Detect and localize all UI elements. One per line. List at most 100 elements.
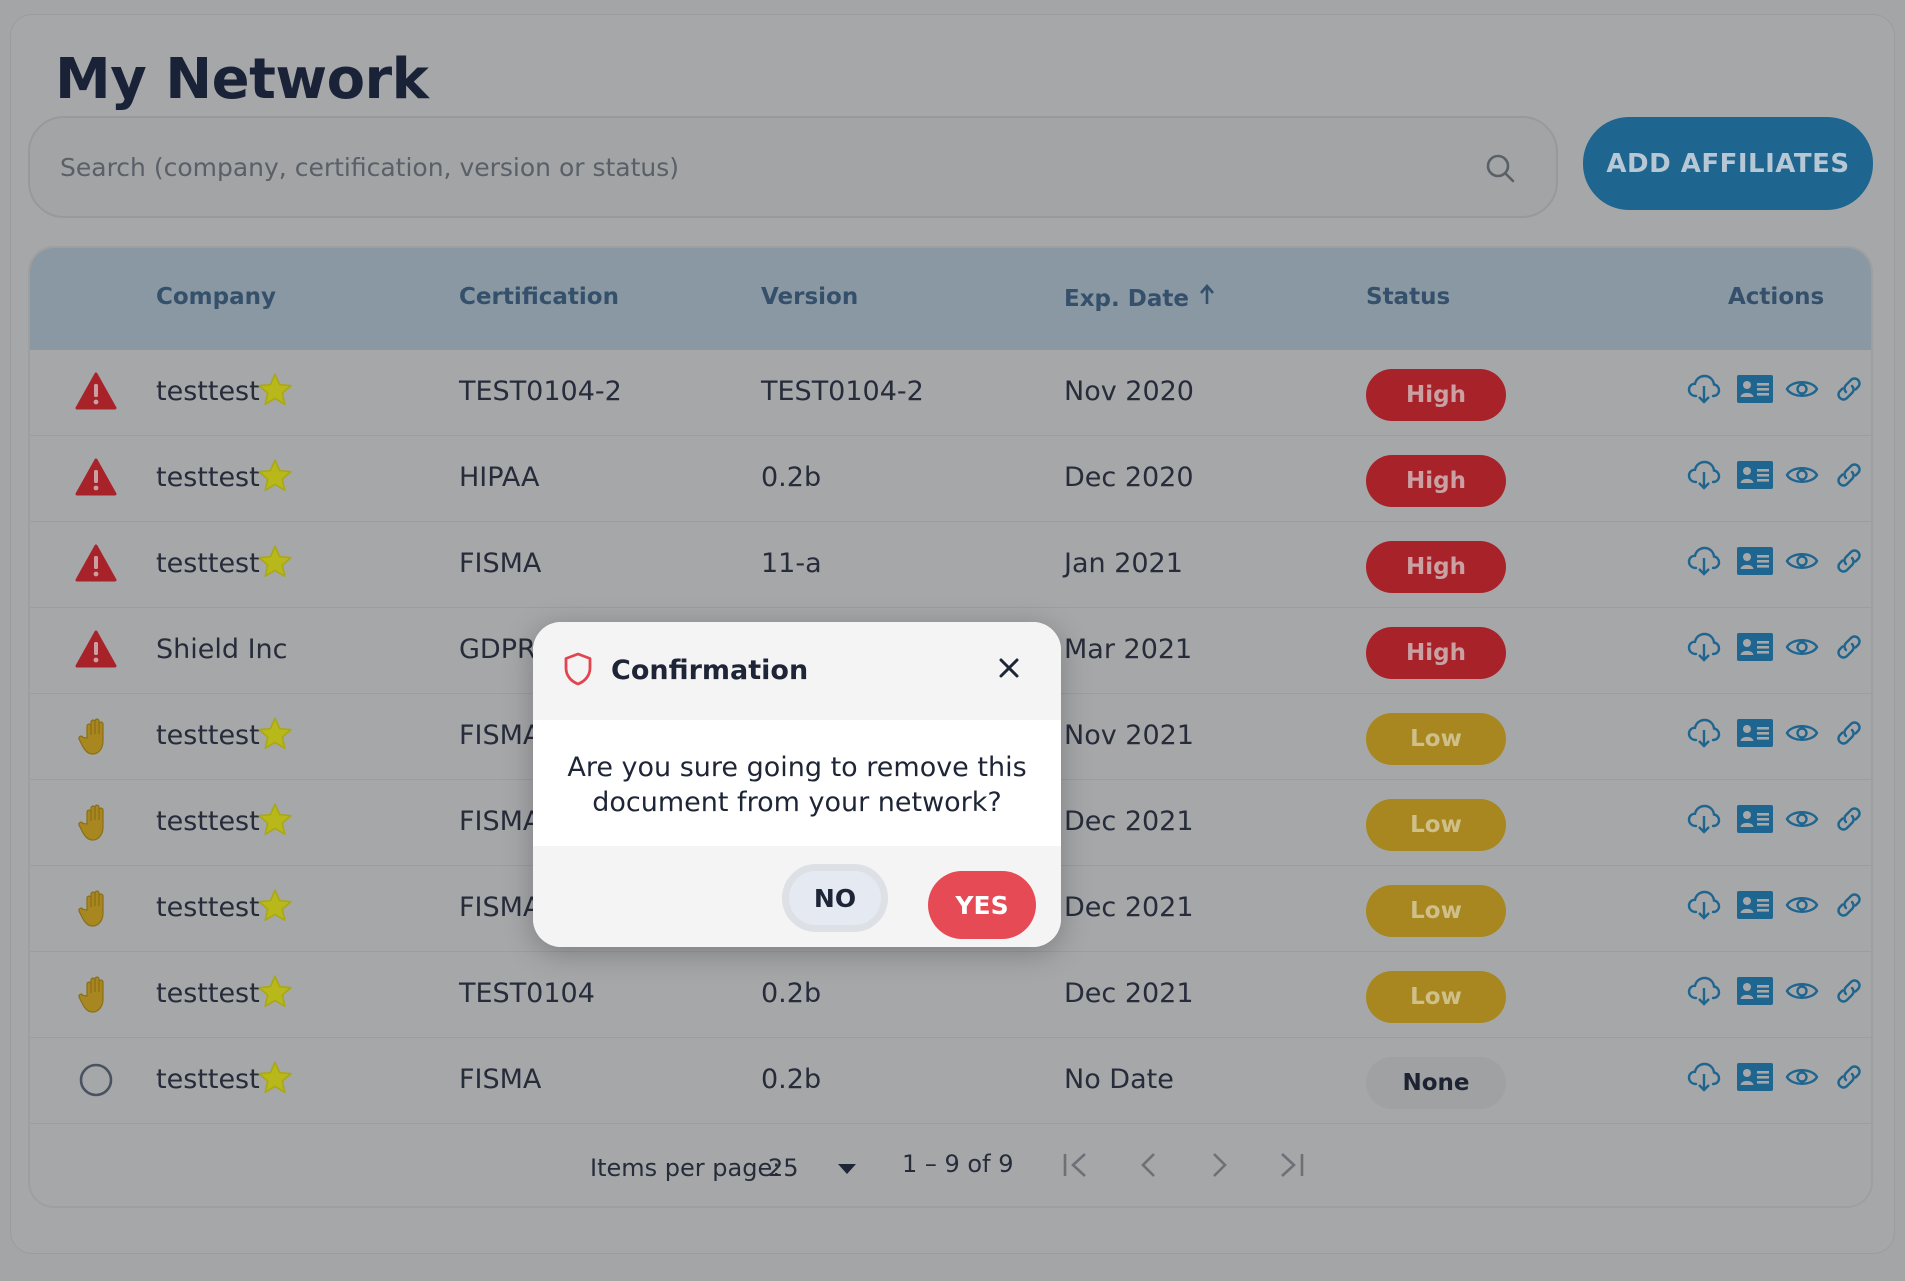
header-exp-date[interactable]: Exp. Date bbox=[1064, 284, 1215, 312]
exp-date-cell: Dec 2021 bbox=[1064, 892, 1194, 923]
header-company[interactable]: Company bbox=[156, 284, 276, 310]
header-version[interactable]: Version bbox=[761, 284, 858, 310]
company-name[interactable]: testtest bbox=[156, 462, 260, 493]
eye-icon[interactable] bbox=[1785, 802, 1819, 836]
eye-icon[interactable] bbox=[1785, 544, 1819, 578]
company-name[interactable]: testtest bbox=[156, 1064, 260, 1095]
favorite-star-icon[interactable] bbox=[256, 543, 294, 581]
link-icon[interactable] bbox=[1832, 974, 1866, 1008]
certification-cell: FISMA bbox=[459, 548, 542, 579]
version-cell: 11-a bbox=[761, 548, 822, 579]
certification-cell: FISMA bbox=[459, 1064, 542, 1095]
cloud-download-icon[interactable] bbox=[1687, 802, 1721, 836]
sort-ascending-icon bbox=[1199, 284, 1214, 304]
chevron-down-icon[interactable] bbox=[838, 1164, 856, 1174]
no-button[interactable]: NO bbox=[782, 864, 888, 932]
circle-icon bbox=[74, 1058, 118, 1102]
cloud-download-icon[interactable] bbox=[1687, 458, 1721, 492]
company-name[interactable]: testtest bbox=[156, 720, 260, 751]
last-page-icon[interactable] bbox=[1270, 1146, 1308, 1184]
contact-card-icon[interactable] bbox=[1736, 372, 1774, 406]
dialog-message-line-1: Are you sure going to remove this bbox=[567, 752, 1027, 783]
favorite-star-icon[interactable] bbox=[256, 457, 294, 495]
eye-icon[interactable] bbox=[1785, 974, 1819, 1008]
cloud-download-icon[interactable] bbox=[1687, 630, 1721, 664]
favorite-star-icon[interactable] bbox=[256, 887, 294, 925]
contact-card-icon[interactable] bbox=[1736, 974, 1774, 1008]
eye-icon[interactable] bbox=[1785, 372, 1819, 406]
confirmation-dialog: Confirmation Are you sure going to remov… bbox=[533, 622, 1061, 947]
certification-cell: FISMA bbox=[459, 720, 542, 751]
certification-cell: FISMA bbox=[459, 892, 542, 923]
contact-card-icon[interactable] bbox=[1736, 1060, 1774, 1094]
dialog-header: Confirmation bbox=[533, 622, 1061, 720]
close-icon[interactable] bbox=[995, 654, 1023, 682]
status-badge: Low bbox=[1366, 885, 1506, 937]
warning-triangle-icon bbox=[74, 370, 118, 414]
table-row: testtest TEST0104 0.2b Dec 2021 Low bbox=[30, 952, 1871, 1038]
favorite-star-icon[interactable] bbox=[256, 715, 294, 753]
eye-icon[interactable] bbox=[1785, 630, 1819, 664]
link-icon[interactable] bbox=[1832, 630, 1866, 664]
exp-date-cell: Nov 2021 bbox=[1064, 720, 1194, 751]
favorite-star-icon[interactable] bbox=[256, 801, 294, 839]
contact-card-icon[interactable] bbox=[1736, 544, 1774, 578]
eye-icon[interactable] bbox=[1785, 888, 1819, 922]
link-icon[interactable] bbox=[1832, 1060, 1866, 1094]
contact-card-icon[interactable] bbox=[1736, 630, 1774, 664]
dialog-message-line-2: document from your network? bbox=[592, 787, 1002, 818]
company-name[interactable]: testtest bbox=[156, 376, 260, 407]
cloud-download-icon[interactable] bbox=[1687, 1060, 1721, 1094]
search-icon[interactable] bbox=[1484, 152, 1516, 184]
status-badge: Low bbox=[1366, 971, 1506, 1023]
contact-card-icon[interactable] bbox=[1736, 802, 1774, 836]
company-name[interactable]: testtest bbox=[156, 548, 260, 579]
favorite-star-icon[interactable] bbox=[256, 1059, 294, 1097]
items-per-page-select[interactable]: 25 bbox=[768, 1154, 799, 1182]
cloud-download-icon[interactable] bbox=[1687, 544, 1721, 578]
company-name[interactable]: testtest bbox=[156, 806, 260, 837]
cloud-download-icon[interactable] bbox=[1687, 974, 1721, 1008]
table-row: testtest HIPAA 0.2b Dec 2020 High bbox=[30, 436, 1871, 522]
eye-icon[interactable] bbox=[1785, 458, 1819, 492]
link-icon[interactable] bbox=[1832, 888, 1866, 922]
company-name[interactable]: Shield Inc bbox=[156, 634, 288, 665]
link-icon[interactable] bbox=[1832, 802, 1866, 836]
search-bar[interactable] bbox=[28, 116, 1558, 218]
contact-card-icon[interactable] bbox=[1736, 888, 1774, 922]
eye-icon[interactable] bbox=[1785, 716, 1819, 750]
contact-card-icon[interactable] bbox=[1736, 458, 1774, 492]
contact-card-icon[interactable] bbox=[1736, 716, 1774, 750]
next-page-icon[interactable] bbox=[1200, 1146, 1238, 1184]
cloud-download-icon[interactable] bbox=[1687, 372, 1721, 406]
cloud-download-icon[interactable] bbox=[1687, 716, 1721, 750]
dialog-message: Are you sure going to remove this docume… bbox=[533, 720, 1061, 846]
yes-button[interactable]: YES bbox=[928, 871, 1036, 939]
previous-page-icon[interactable] bbox=[1130, 1146, 1168, 1184]
version-cell: TEST0104-2 bbox=[761, 376, 924, 407]
hand-icon bbox=[74, 972, 118, 1016]
cloud-download-icon[interactable] bbox=[1687, 888, 1721, 922]
certification-cell: HIPAA bbox=[459, 462, 540, 493]
exp-date-cell: Dec 2020 bbox=[1064, 462, 1194, 493]
status-badge: High bbox=[1366, 455, 1506, 507]
favorite-star-icon[interactable] bbox=[256, 371, 294, 409]
favorite-star-icon[interactable] bbox=[256, 973, 294, 1011]
first-page-icon[interactable] bbox=[1059, 1146, 1097, 1184]
link-icon[interactable] bbox=[1832, 716, 1866, 750]
search-input[interactable] bbox=[60, 118, 1460, 216]
header-status[interactable]: Status bbox=[1366, 284, 1450, 310]
company-name[interactable]: testtest bbox=[156, 978, 260, 1009]
link-icon[interactable] bbox=[1832, 544, 1866, 578]
company-name[interactable]: testtest bbox=[156, 892, 260, 923]
link-icon[interactable] bbox=[1832, 372, 1866, 406]
hand-icon bbox=[74, 714, 118, 758]
link-icon[interactable] bbox=[1832, 458, 1866, 492]
status-badge: Low bbox=[1366, 799, 1506, 851]
header-certification[interactable]: Certification bbox=[459, 284, 619, 310]
certification-cell: TEST0104 bbox=[459, 978, 595, 1009]
exp-date-cell: Mar 2021 bbox=[1064, 634, 1193, 665]
table-row: testtest FISMA 11-a Jan 2021 High bbox=[30, 522, 1871, 608]
add-affiliates-button[interactable]: ADD AFFILIATES bbox=[1583, 117, 1873, 210]
eye-icon[interactable] bbox=[1785, 1060, 1819, 1094]
